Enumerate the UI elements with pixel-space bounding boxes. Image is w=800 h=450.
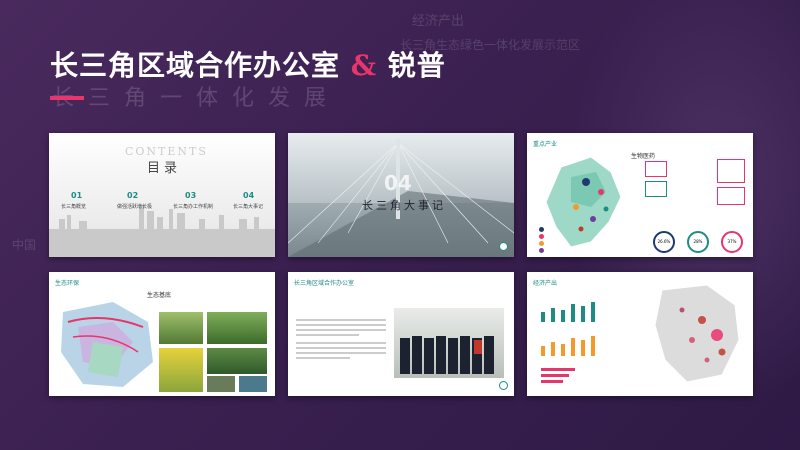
photo-5: [207, 376, 235, 392]
contents-item-1-num: 01: [71, 191, 83, 200]
slide-contents[interactable]: CONTENTS 目录 01 长三角概览 02 做强活跃增长极 03 长三角办工…: [49, 133, 275, 257]
economy-map: [654, 284, 740, 383]
contents-heading: 目录: [147, 161, 182, 176]
contents-item-4-num: 04: [243, 191, 255, 200]
logo-icon: [499, 242, 508, 251]
photo-6: [239, 376, 267, 392]
contents-item-1-label: 长三角概览: [61, 204, 87, 210]
milestone-label: 长三角大事记: [362, 199, 446, 212]
logo-icon: [499, 381, 508, 390]
info-box-1: [645, 161, 667, 177]
legend-block: [539, 227, 544, 253]
bridge-image: [288, 133, 514, 257]
contents-item-3-label: 长三角办工作机制: [173, 204, 214, 210]
title-brand: 锐普: [387, 49, 446, 82]
title-ampersand: &: [350, 49, 378, 82]
stat-3: 37%: [721, 231, 743, 253]
slide-key-industries[interactable]: 重点产业 生物医药 26.6% 28% 37%: [527, 133, 753, 257]
ecology-map: [61, 302, 153, 387]
stat-2: 28%: [687, 231, 709, 253]
page-title: 长三角区域合作办公室 & 锐普: [50, 44, 446, 84]
slide-economic-output[interactable]: 经济产出: [527, 272, 753, 396]
photo-2: [207, 312, 267, 344]
info-box-4: [717, 187, 745, 205]
economy-bars: [541, 302, 595, 383]
slide-office[interactable]: 长三角区域合作办公室: [288, 272, 514, 396]
photo-3: [159, 348, 203, 392]
slide-milestones[interactable]: 04 长三角大事记: [288, 133, 514, 257]
background-text-3: 中国: [12, 238, 37, 252]
contents-item-4-label: 长三角大事记: [233, 204, 264, 210]
contents-item-3-num: 03: [185, 191, 197, 200]
contents-item-2-label: 做强活跃增长极: [117, 204, 153, 210]
contents-item-2-num: 02: [127, 191, 139, 200]
info-box-3: [717, 159, 745, 183]
stat-1: 26.6%: [653, 231, 675, 253]
slide-ecology[interactable]: 生态环保 生态基底: [49, 272, 275, 396]
milestone-number: 04: [384, 171, 412, 195]
info-box-2: [645, 181, 667, 197]
photo-1: [159, 312, 203, 344]
page-subtitle: 长三角一体化发展: [52, 86, 341, 111]
title-main: 长三角区域合作办公室: [50, 49, 341, 82]
ecology-heading: 生态环保: [55, 280, 80, 287]
office-text-block: [296, 316, 386, 362]
economy-heading: 经济产出: [533, 280, 558, 287]
office-heading: 长三角区域合作办公室: [294, 280, 355, 287]
region-map: [545, 156, 622, 248]
accent-bar: [50, 96, 84, 100]
photo-4: [207, 348, 267, 374]
background-text-1: 经济产出: [412, 14, 465, 29]
group-photo: [394, 308, 504, 378]
